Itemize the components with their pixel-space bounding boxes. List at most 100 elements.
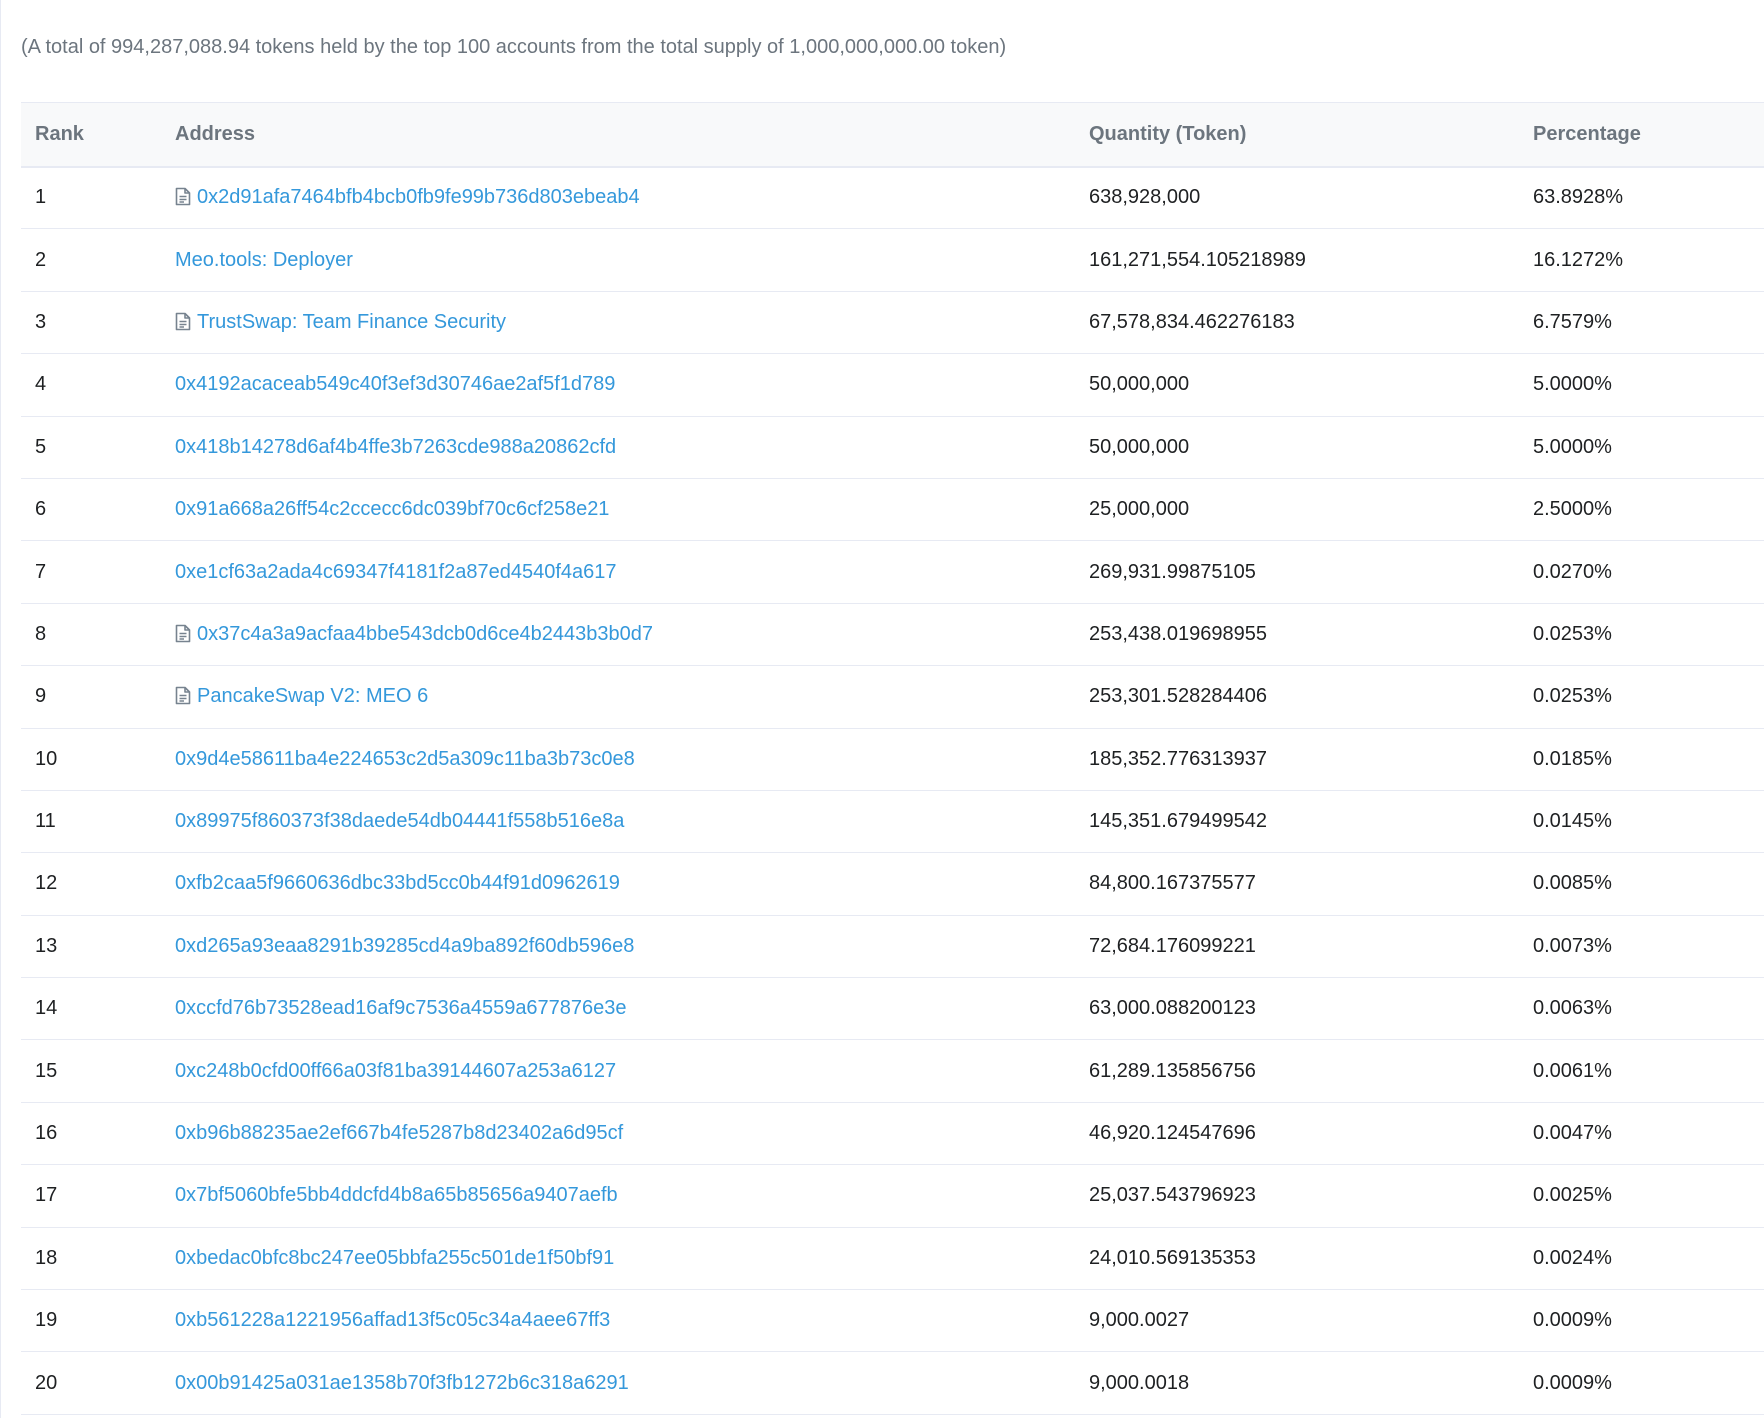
quantity-cell: 161,271,554.105218989 <box>1089 248 1306 271</box>
quantity-cell: 185,352.776313937 <box>1089 747 1267 770</box>
address-cell: 0x37c4a3a9acfaa4bbe543dcb0d6ce4b2443b3b0… <box>161 603 1075 665</box>
holder-address-link[interactable]: 0x91a668a26ff54c2ccecc6dc039bf70c6cf258e… <box>175 498 609 520</box>
contract-file-icon <box>175 312 197 331</box>
percentage-header: Percentage <box>1533 122 1641 145</box>
quantity-cell: 63,000.088200123 <box>1089 997 1256 1020</box>
address-cell: 0xd265a93eaa8291b39285cd4a9ba892f60db596… <box>161 915 1075 977</box>
holder-address-link[interactable]: 0x9d4e58611ba4e224653c2d5a309c11ba3b73c0… <box>175 748 635 770</box>
quantity-cell: 145,351.679499542 <box>1089 810 1267 833</box>
rank-cell: 16 <box>35 1122 58 1145</box>
rank-cell: 2 <box>35 248 47 271</box>
rank-cell: 4 <box>35 373 47 396</box>
table-row: 14 0xccfd76b73528ead16af9c7536a4559a67787… <box>21 978 1764 1040</box>
rank-cell: 10 <box>35 747 58 770</box>
rank-cell: 9 <box>35 685 47 708</box>
address-cell: 0x7bf5060bfe5bb4ddcfd4b8a65b85656a9407ae… <box>161 1165 1075 1227</box>
percentage-cell: 0.0185% <box>1533 747 1612 770</box>
address-cell: 0x4192acaceab549c40f3ef3d30746ae2af5f1d7… <box>161 354 1075 416</box>
table-row: 8 0x37c4a3a9acfaa4bbe543dcb0d6ce4b2443b3b… <box>21 603 1764 666</box>
holder-address-link[interactable]: 0x4192acaceab549c40f3ef3d30746ae2af5f1d7… <box>175 373 615 395</box>
holder-address-link[interactable]: PancakeSwap V2: MEO 6 <box>197 685 428 707</box>
percentage-cell: 5.0000% <box>1533 435 1612 458</box>
percentage-cell: 0.0253% <box>1533 622 1612 645</box>
quantity-cell: 253,301.528284406 <box>1089 685 1267 708</box>
holder-address-link[interactable]: 0xb561228a1221956affad13f5c05c34a4aee67f… <box>175 1309 610 1331</box>
quantity-cell: 50,000,000 <box>1089 435 1190 458</box>
table-row: 10 0x9d4e58611ba4e224653c2d5a309c11ba3b73… <box>21 728 1764 791</box>
quantity-cell: 25,000,000 <box>1089 498 1190 521</box>
rank-cell: 15 <box>35 1059 58 1082</box>
rank-cell: 3 <box>35 310 47 333</box>
rank-cell: 13 <box>35 934 58 957</box>
holder-address-link[interactable]: 0x2d91afa7464bfb4bcb0fb9fe99b736d803ebea… <box>197 186 640 208</box>
percentage-cell: 0.0024% <box>1533 1246 1612 1269</box>
holder-address-link[interactable]: 0xd265a93eaa8291b39285cd4a9ba892f60db596… <box>175 935 634 957</box>
quantity-cell: 84,800.167375577 <box>1089 872 1256 895</box>
table-header-row: Rank Address Quantity (Token) Percentage <box>21 102 1764 167</box>
address-cell: 0x9d4e58611ba4e224653c2d5a309c11ba3b73c0… <box>161 728 1075 790</box>
table-row: 1 0x2d91afa7464bfb4bcb0fb9fe99b736d803ebe… <box>21 167 1764 229</box>
quantity-cell: 25,037.543796923 <box>1089 1184 1256 1207</box>
table-row: 20 0x00b91425a031ae1358b70f3fb1272b6c318a… <box>21 1352 1764 1415</box>
percentage-cell: 63.8928% <box>1533 186 1624 209</box>
quantity-cell: 269,931.99875105 <box>1089 560 1256 583</box>
percentage-cell: 0.0047% <box>1533 1122 1612 1145</box>
percentage-cell: 0.0009% <box>1533 1309 1612 1332</box>
address-cell: 0xfb2caa5f9660636dbc33bd5cc0b44f91d09626… <box>161 853 1075 915</box>
holder-address-link[interactable]: 0xfb2caa5f9660636dbc33bd5cc0b44f91d09626… <box>175 872 620 894</box>
table-row: 6 0x91a668a26ff54c2ccecc6dc039bf70c6cf258… <box>21 478 1764 541</box>
percentage-cell: 2.5000% <box>1533 498 1612 521</box>
rank-cell: 5 <box>35 435 47 458</box>
table-row: 3 TrustSwap: Team Finance Security 67,578,… <box>21 291 1764 354</box>
table-row: 7 0xe1cf63a2ada4c69347f4181f2a87ed4540f4a… <box>21 541 1764 604</box>
table-row: 9 PancakeSwap V2: MEO 6 253,301.528284406 0… <box>21 666 1764 729</box>
holder-address-link[interactable]: 0x37c4a3a9acfaa4bbe543dcb0d6ce4b2443b3b0… <box>197 623 653 645</box>
holders-table: Rank Address Quantity (Token) Percentage… <box>21 102 1764 1415</box>
quantity-header: Quantity (Token) <box>1089 122 1247 145</box>
table-row: 17 0x7bf5060bfe5bb4ddcfd4b8a65b85656a9407… <box>21 1165 1764 1228</box>
percentage-cell: 0.0025% <box>1533 1184 1612 1207</box>
holder-address-link[interactable]: 0xbedac0bfc8bc247ee05bbfa255c501de1f50bf… <box>175 1247 614 1269</box>
holder-address-link[interactable]: 0x418b14278d6af4b4ffe3b7263cde988a20862c… <box>175 436 616 458</box>
percentage-cell: 0.0061% <box>1533 1059 1612 1082</box>
holder-address-link[interactable]: 0x7bf5060bfe5bb4ddcfd4b8a65b85656a9407ae… <box>175 1184 618 1206</box>
address-cell: Meo.tools: Deployer <box>161 229 1075 291</box>
rank-cell: 1 <box>35 186 47 209</box>
rank-cell: 11 <box>35 810 56 833</box>
table-row: 13 0xd265a93eaa8291b39285cd4a9ba892f60db5… <box>21 915 1764 978</box>
address-cell: 0x89975f860373f38daede54db04441f558b516e… <box>161 790 1075 852</box>
quantity-cell: 9,000.0018 <box>1089 1371 1190 1394</box>
contract-file-icon <box>175 187 197 206</box>
holder-address-link[interactable]: 0x89975f860373f38daede54db04441f558b516e… <box>175 810 624 832</box>
holder-address-link[interactable]: 0xe1cf63a2ada4c69347f4181f2a87ed4540f4a6… <box>175 561 617 583</box>
quantity-cell: 50,000,000 <box>1089 373 1190 396</box>
percentage-cell: 0.0270% <box>1533 560 1612 583</box>
table-row: 11 0x89975f860373f38daede54db04441f558b51… <box>21 790 1764 853</box>
contract-file-icon <box>175 624 197 643</box>
holder-address-link[interactable]: 0xb96b88235ae2ef667b4fe5287b8d23402a6d95… <box>175 1122 623 1144</box>
rank-cell: 12 <box>35 872 58 895</box>
quantity-cell: 24,010.569135353 <box>1089 1246 1256 1269</box>
table-row: 12 0xfb2caa5f9660636dbc33bd5cc0b44f91d096… <box>21 853 1764 916</box>
holder-address-link[interactable]: Meo.tools: Deployer <box>175 249 353 271</box>
holder-address-link[interactable]: 0x00b91425a031ae1358b70f3fb1272b6c318a62… <box>175 1372 629 1394</box>
percentage-cell: 16.1272% <box>1533 248 1624 271</box>
percentage-cell: 5.0000% <box>1533 373 1612 396</box>
address-cell: 0xbedac0bfc8bc247ee05bbfa255c501de1f50bf… <box>161 1227 1075 1289</box>
address-cell: 0x2d91afa7464bfb4bcb0fb9fe99b736d803ebea… <box>161 167 1075 229</box>
rank-cell: 6 <box>35 498 47 521</box>
address-cell: 0xccfd76b73528ead16af9c7536a4559a677876e… <box>161 978 1075 1040</box>
rank-cell: 7 <box>35 560 47 583</box>
address-cell: TrustSwap: Team Finance Security <box>161 291 1075 353</box>
holder-address-link[interactable]: 0xccfd76b73528ead16af9c7536a4559a677876e… <box>175 997 627 1019</box>
address-cell: 0xb96b88235ae2ef667b4fe5287b8d23402a6d95… <box>161 1102 1075 1164</box>
rank-cell: 14 <box>35 997 58 1020</box>
percentage-cell: 6.7579% <box>1533 310 1612 333</box>
address-header: Address <box>175 122 256 145</box>
percentage-cell: 0.0063% <box>1533 997 1612 1020</box>
holder-address-link[interactable]: TrustSwap: Team Finance Security <box>197 311 506 333</box>
quantity-cell: 67,578,834.462276183 <box>1089 310 1295 333</box>
holder-address-link[interactable]: 0xc248b0cfd00ff66a03f81ba39144607a253a61… <box>175 1060 616 1082</box>
quantity-cell: 638,928,000 <box>1089 186 1201 209</box>
holders-summary: (A total of 994,287,088.94 tokens held b… <box>21 36 1007 58</box>
